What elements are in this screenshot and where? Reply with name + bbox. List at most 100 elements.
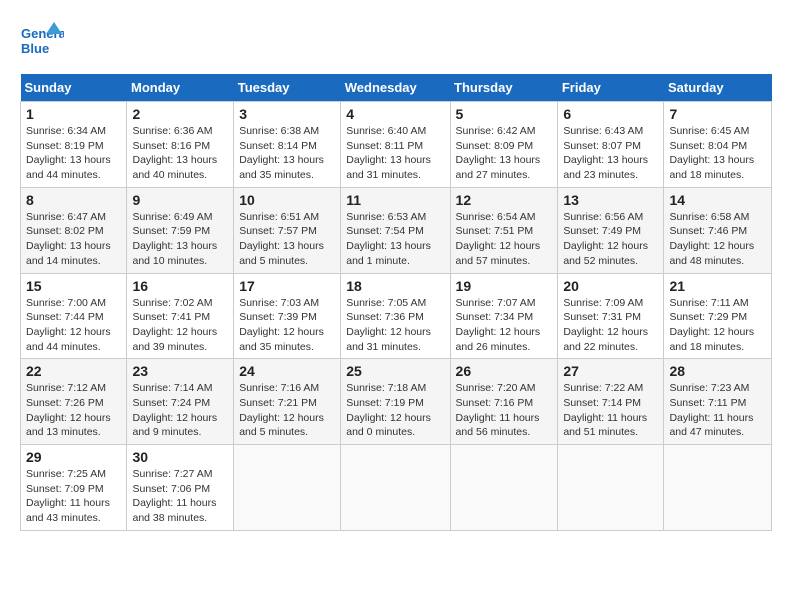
calendar-cell: 16 Sunrise: 7:02 AMSunset: 7:41 PMDaylig…	[127, 273, 234, 359]
day-info: Sunrise: 6:38 AMSunset: 8:14 PMDaylight:…	[239, 124, 335, 183]
weekday-header: Saturday	[664, 74, 772, 102]
calendar-week-row: 8 Sunrise: 6:47 AMSunset: 8:02 PMDayligh…	[21, 187, 772, 273]
day-number: 15	[26, 278, 121, 294]
day-info: Sunrise: 7:27 AMSunset: 7:06 PMDaylight:…	[132, 467, 228, 526]
calendar-cell	[558, 445, 664, 531]
calendar-cell: 10 Sunrise: 6:51 AMSunset: 7:57 PMDaylig…	[234, 187, 341, 273]
calendar-cell: 24 Sunrise: 7:16 AMSunset: 7:21 PMDaylig…	[234, 359, 341, 445]
calendar-cell: 29 Sunrise: 7:25 AMSunset: 7:09 PMDaylig…	[21, 445, 127, 531]
day-info: Sunrise: 7:12 AMSunset: 7:26 PMDaylight:…	[26, 381, 121, 440]
day-info: Sunrise: 7:23 AMSunset: 7:11 PMDaylight:…	[669, 381, 766, 440]
day-info: Sunrise: 6:49 AMSunset: 7:59 PMDaylight:…	[132, 210, 228, 269]
calendar-cell: 8 Sunrise: 6:47 AMSunset: 8:02 PMDayligh…	[21, 187, 127, 273]
day-info: Sunrise: 7:14 AMSunset: 7:24 PMDaylight:…	[132, 381, 228, 440]
calendar-cell	[341, 445, 450, 531]
day-number: 26	[456, 363, 553, 379]
day-number: 6	[563, 106, 658, 122]
calendar-cell: 5 Sunrise: 6:42 AMSunset: 8:09 PMDayligh…	[450, 102, 558, 188]
calendar-cell: 26 Sunrise: 7:20 AMSunset: 7:16 PMDaylig…	[450, 359, 558, 445]
day-number: 27	[563, 363, 658, 379]
day-number: 14	[669, 192, 766, 208]
day-number: 9	[132, 192, 228, 208]
page-header: General Blue	[20, 20, 772, 64]
day-number: 19	[456, 278, 553, 294]
day-info: Sunrise: 7:09 AMSunset: 7:31 PMDaylight:…	[563, 296, 658, 355]
calendar-cell: 12 Sunrise: 6:54 AMSunset: 7:51 PMDaylig…	[450, 187, 558, 273]
day-info: Sunrise: 7:22 AMSunset: 7:14 PMDaylight:…	[563, 381, 658, 440]
day-info: Sunrise: 7:16 AMSunset: 7:21 PMDaylight:…	[239, 381, 335, 440]
calendar-cell: 18 Sunrise: 7:05 AMSunset: 7:36 PMDaylig…	[341, 273, 450, 359]
calendar-cell	[234, 445, 341, 531]
weekday-header: Thursday	[450, 74, 558, 102]
logo-svg: General Blue	[20, 20, 64, 64]
calendar-cell: 2 Sunrise: 6:36 AMSunset: 8:16 PMDayligh…	[127, 102, 234, 188]
day-info: Sunrise: 6:34 AMSunset: 8:19 PMDaylight:…	[26, 124, 121, 183]
calendar-cell: 19 Sunrise: 7:07 AMSunset: 7:34 PMDaylig…	[450, 273, 558, 359]
calendar-header-row: SundayMondayTuesdayWednesdayThursdayFrid…	[21, 74, 772, 102]
day-info: Sunrise: 7:18 AMSunset: 7:19 PMDaylight:…	[346, 381, 444, 440]
day-info: Sunrise: 7:25 AMSunset: 7:09 PMDaylight:…	[26, 467, 121, 526]
calendar-week-row: 1 Sunrise: 6:34 AMSunset: 8:19 PMDayligh…	[21, 102, 772, 188]
day-number: 13	[563, 192, 658, 208]
day-info: Sunrise: 6:53 AMSunset: 7:54 PMDaylight:…	[346, 210, 444, 269]
day-info: Sunrise: 7:11 AMSunset: 7:29 PMDaylight:…	[669, 296, 766, 355]
day-info: Sunrise: 7:05 AMSunset: 7:36 PMDaylight:…	[346, 296, 444, 355]
calendar-cell: 25 Sunrise: 7:18 AMSunset: 7:19 PMDaylig…	[341, 359, 450, 445]
calendar-week-row: 29 Sunrise: 7:25 AMSunset: 7:09 PMDaylig…	[21, 445, 772, 531]
day-number: 3	[239, 106, 335, 122]
day-info: Sunrise: 6:51 AMSunset: 7:57 PMDaylight:…	[239, 210, 335, 269]
calendar-cell: 28 Sunrise: 7:23 AMSunset: 7:11 PMDaylig…	[664, 359, 772, 445]
day-info: Sunrise: 6:45 AMSunset: 8:04 PMDaylight:…	[669, 124, 766, 183]
logo: General Blue	[20, 20, 64, 64]
calendar-cell: 6 Sunrise: 6:43 AMSunset: 8:07 PMDayligh…	[558, 102, 664, 188]
day-info: Sunrise: 7:07 AMSunset: 7:34 PMDaylight:…	[456, 296, 553, 355]
calendar-cell: 27 Sunrise: 7:22 AMSunset: 7:14 PMDaylig…	[558, 359, 664, 445]
day-number: 11	[346, 192, 444, 208]
day-info: Sunrise: 7:20 AMSunset: 7:16 PMDaylight:…	[456, 381, 553, 440]
day-number: 4	[346, 106, 444, 122]
calendar-cell: 9 Sunrise: 6:49 AMSunset: 7:59 PMDayligh…	[127, 187, 234, 273]
day-number: 7	[669, 106, 766, 122]
calendar-week-row: 22 Sunrise: 7:12 AMSunset: 7:26 PMDaylig…	[21, 359, 772, 445]
day-number: 29	[26, 449, 121, 465]
day-info: Sunrise: 6:40 AMSunset: 8:11 PMDaylight:…	[346, 124, 444, 183]
weekday-header: Friday	[558, 74, 664, 102]
day-number: 25	[346, 363, 444, 379]
weekday-header: Sunday	[21, 74, 127, 102]
calendar-cell	[664, 445, 772, 531]
day-info: Sunrise: 6:36 AMSunset: 8:16 PMDaylight:…	[132, 124, 228, 183]
calendar-cell: 30 Sunrise: 7:27 AMSunset: 7:06 PMDaylig…	[127, 445, 234, 531]
calendar-cell: 23 Sunrise: 7:14 AMSunset: 7:24 PMDaylig…	[127, 359, 234, 445]
day-number: 23	[132, 363, 228, 379]
day-number: 17	[239, 278, 335, 294]
calendar-cell: 17 Sunrise: 7:03 AMSunset: 7:39 PMDaylig…	[234, 273, 341, 359]
calendar-cell: 11 Sunrise: 6:53 AMSunset: 7:54 PMDaylig…	[341, 187, 450, 273]
day-number: 18	[346, 278, 444, 294]
calendar-cell: 3 Sunrise: 6:38 AMSunset: 8:14 PMDayligh…	[234, 102, 341, 188]
day-number: 5	[456, 106, 553, 122]
day-number: 16	[132, 278, 228, 294]
calendar-cell: 15 Sunrise: 7:00 AMSunset: 7:44 PMDaylig…	[21, 273, 127, 359]
day-info: Sunrise: 6:42 AMSunset: 8:09 PMDaylight:…	[456, 124, 553, 183]
day-number: 20	[563, 278, 658, 294]
calendar-cell: 14 Sunrise: 6:58 AMSunset: 7:46 PMDaylig…	[664, 187, 772, 273]
day-number: 24	[239, 363, 335, 379]
svg-text:Blue: Blue	[21, 41, 49, 56]
day-info: Sunrise: 6:54 AMSunset: 7:51 PMDaylight:…	[456, 210, 553, 269]
calendar-cell: 21 Sunrise: 7:11 AMSunset: 7:29 PMDaylig…	[664, 273, 772, 359]
calendar-week-row: 15 Sunrise: 7:00 AMSunset: 7:44 PMDaylig…	[21, 273, 772, 359]
calendar-cell: 20 Sunrise: 7:09 AMSunset: 7:31 PMDaylig…	[558, 273, 664, 359]
day-number: 28	[669, 363, 766, 379]
day-number: 22	[26, 363, 121, 379]
day-number: 30	[132, 449, 228, 465]
calendar-table: SundayMondayTuesdayWednesdayThursdayFrid…	[20, 74, 772, 531]
day-info: Sunrise: 6:56 AMSunset: 7:49 PMDaylight:…	[563, 210, 658, 269]
weekday-header: Wednesday	[341, 74, 450, 102]
weekday-header: Tuesday	[234, 74, 341, 102]
day-number: 8	[26, 192, 121, 208]
calendar-cell: 1 Sunrise: 6:34 AMSunset: 8:19 PMDayligh…	[21, 102, 127, 188]
day-info: Sunrise: 7:03 AMSunset: 7:39 PMDaylight:…	[239, 296, 335, 355]
day-number: 1	[26, 106, 121, 122]
calendar-cell	[450, 445, 558, 531]
day-info: Sunrise: 7:02 AMSunset: 7:41 PMDaylight:…	[132, 296, 228, 355]
